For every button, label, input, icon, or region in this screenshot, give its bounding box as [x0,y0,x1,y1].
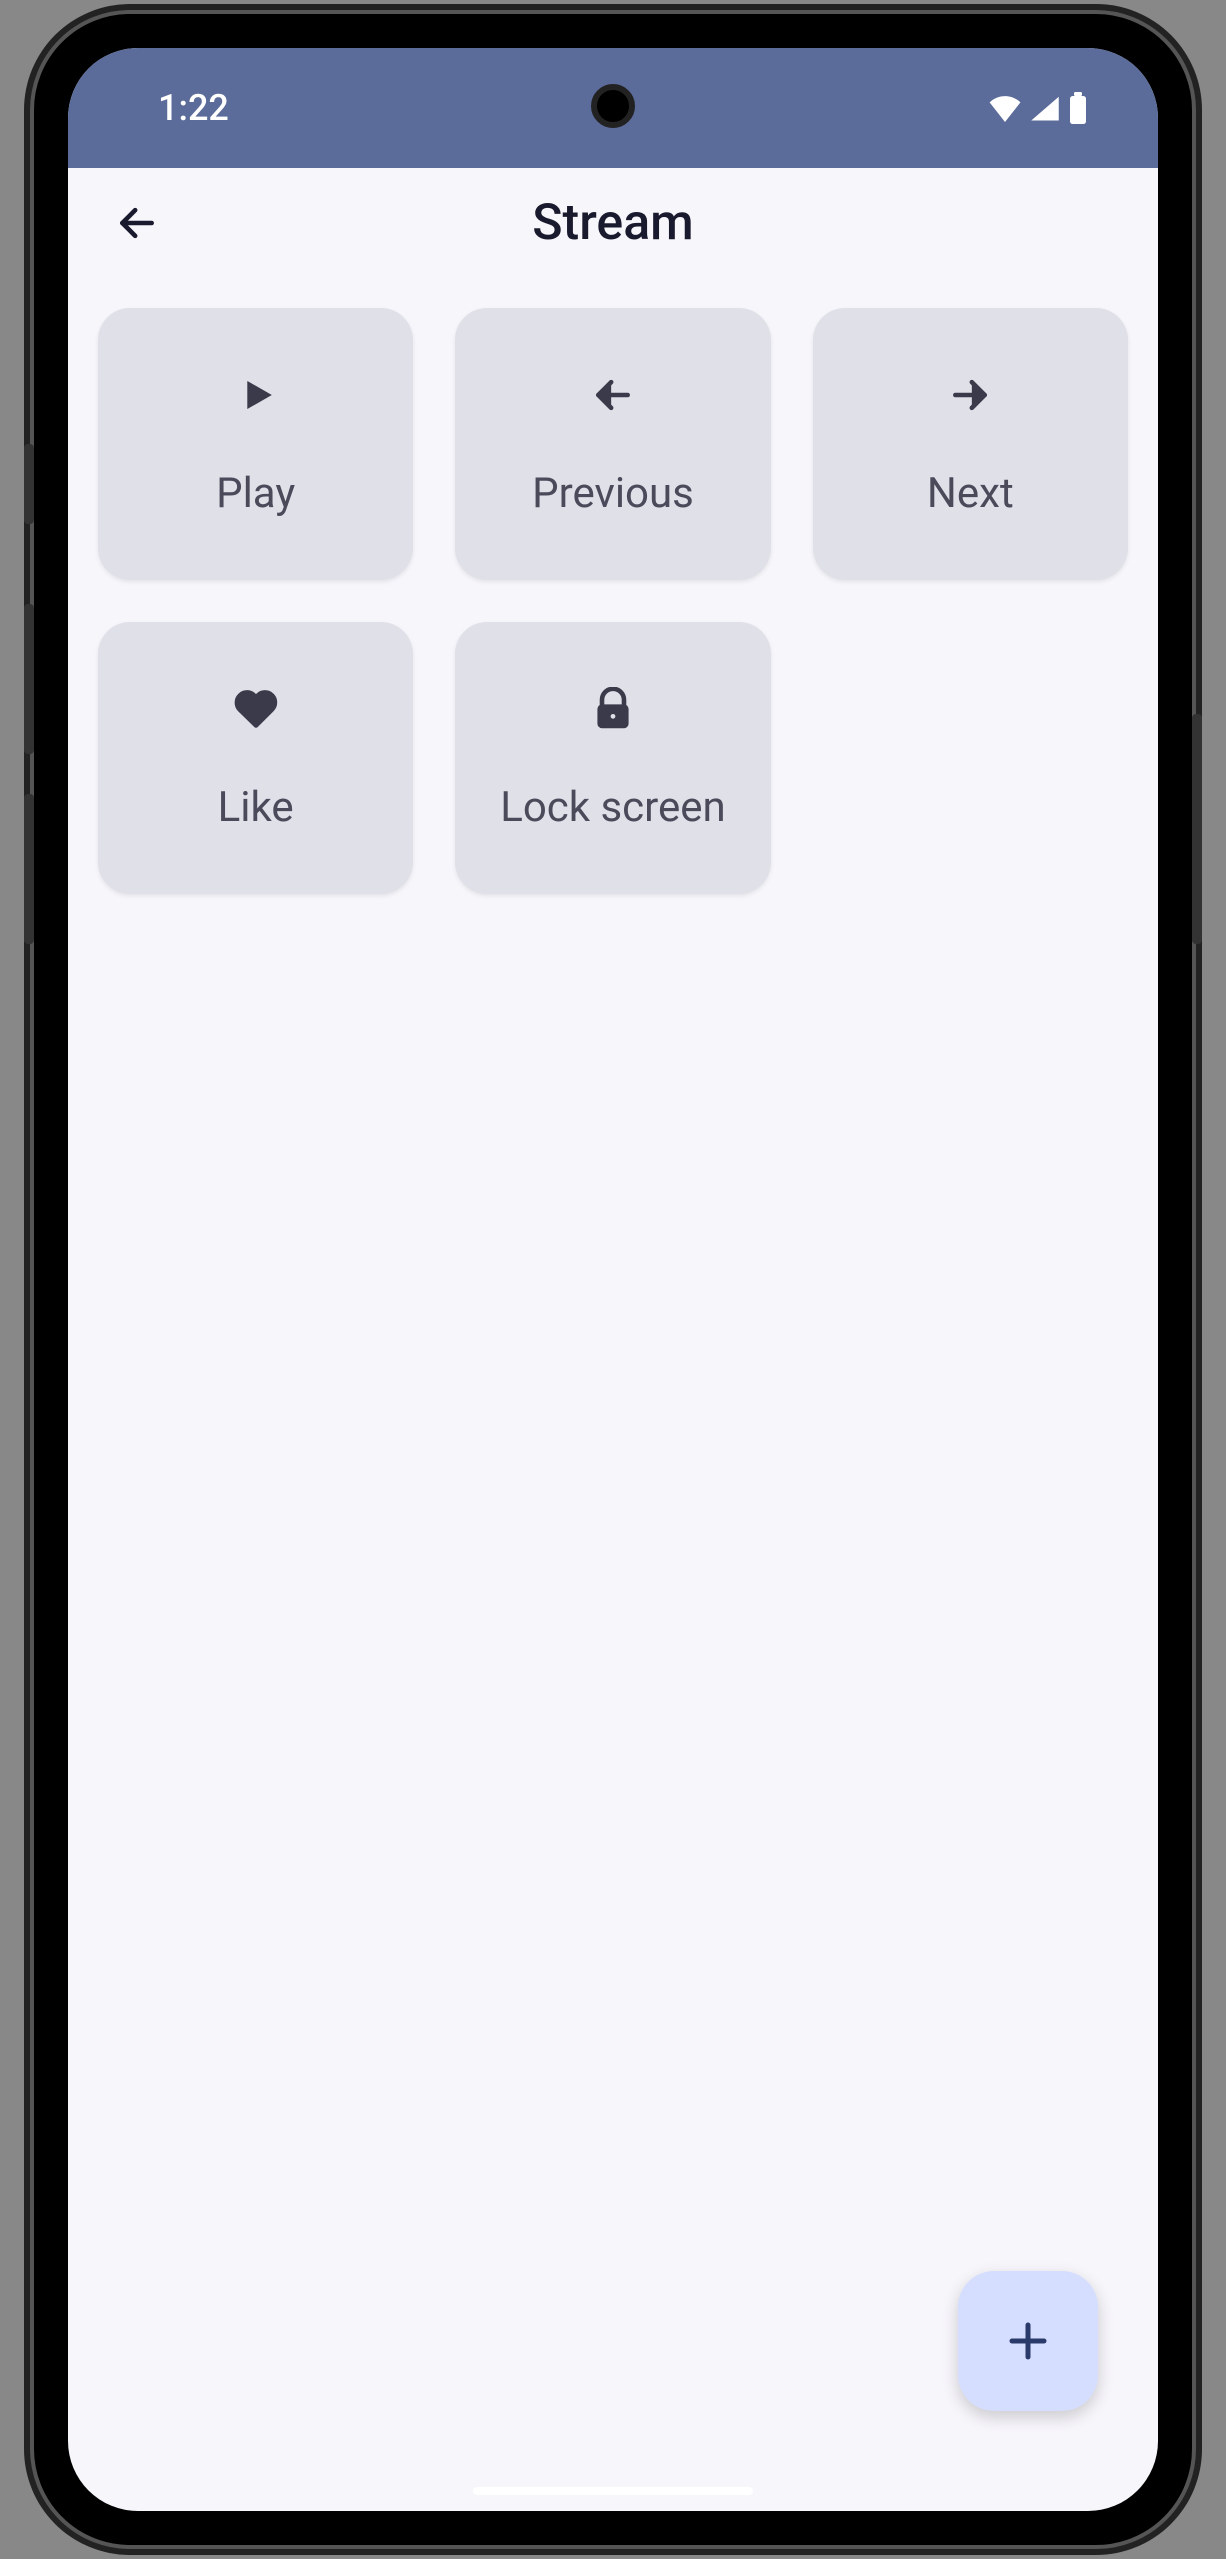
tile-label: Like [218,783,294,832]
plus-icon [1004,2317,1052,2365]
phone-camera [591,84,635,128]
wifi-icon [988,94,1022,122]
content: Play Previous Next [68,278,1158,2511]
phone-side-button [24,794,34,944]
home-indicator[interactable] [473,2487,753,2495]
tile-label: Next [927,469,1014,518]
signal-icon [1030,94,1060,122]
phone-side-button [24,604,34,754]
status-icons [988,92,1088,124]
tile-grid: Play Previous Next [98,308,1128,894]
tile-like[interactable]: Like [98,622,413,894]
add-button[interactable] [958,2271,1098,2411]
arrow-left-icon [589,371,637,419]
phone-side-button [1192,714,1202,944]
arrow-right-icon [946,371,994,419]
tile-play[interactable]: Play [98,308,413,580]
heart-icon [232,685,280,733]
phone-side-button [24,444,34,524]
phone-frame: 1:22 Stream Play [30,10,1196,2549]
tile-lock-screen[interactable]: Lock screen [455,622,770,894]
screen: 1:22 Stream Play [68,48,1158,2511]
back-arrow-icon [115,201,159,245]
battery-icon [1068,92,1088,124]
play-icon [232,371,280,419]
tile-label: Play [216,469,295,518]
page-title: Stream [68,194,1158,252]
tile-next[interactable]: Next [813,308,1128,580]
status-time: 1:22 [158,87,229,129]
lock-icon [589,685,637,733]
app-bar: Stream [68,168,1158,278]
tile-label: Lock screen [500,783,726,832]
back-button[interactable] [102,188,172,258]
tile-previous[interactable]: Previous [455,308,770,580]
tile-label: Previous [532,469,694,518]
